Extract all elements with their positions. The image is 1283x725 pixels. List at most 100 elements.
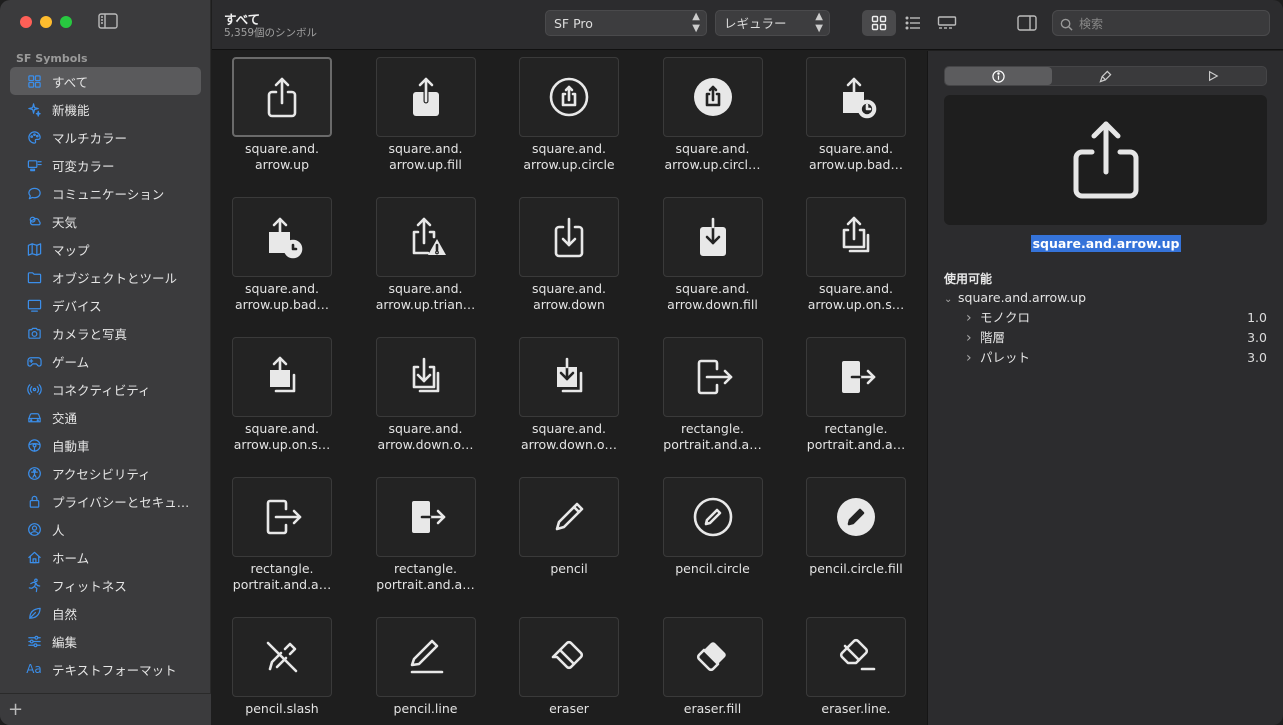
symbol-cell[interactable]: square.and. arrow.down.fill	[643, 191, 786, 331]
sidebar-item[interactable]: コミュニケーション	[10, 179, 201, 207]
symbol-cell[interactable]: pencil	[499, 471, 642, 611]
share-icon[interactable]	[232, 57, 332, 137]
eraser-icon[interactable]	[519, 617, 619, 697]
symbol-cell[interactable]: pencil.circle	[643, 471, 786, 611]
symbol-name: square.and. arrow.up.circle	[523, 141, 615, 172]
grid-view-icon[interactable]	[862, 10, 896, 36]
pencil-line-icon[interactable]	[375, 617, 476, 697]
sidebar-item[interactable]: 新機能	[10, 95, 201, 123]
symbol-cell[interactable]: square.and. arrow.up.fill	[356, 51, 499, 191]
sidebar-item-label: アクセシビリティ	[52, 466, 151, 482]
symbol-cell[interactable]: square.and. arrow.down	[499, 191, 642, 331]
sidebar-toggle-icon[interactable]	[98, 13, 118, 31]
sidebar-item[interactable]: オブジェクトとツール	[10, 263, 201, 291]
paintbrush-tab-icon[interactable]	[1052, 67, 1159, 85]
weight-select[interactable]: レギュラー ▲ ▼	[715, 10, 830, 36]
sidebar-item[interactable]: 編集	[10, 627, 201, 655]
symbol-cell[interactable]: square.and. arrow.down.o…	[356, 331, 499, 471]
download-icon[interactable]	[519, 197, 619, 277]
share-stack-icon[interactable]	[806, 197, 906, 277]
door-arrow-icon[interactable]	[232, 477, 332, 557]
symbol-cell[interactable]: pencil.slash	[212, 611, 355, 725]
sidebar-item[interactable]: ゲーム	[10, 347, 201, 375]
sidebar-item[interactable]: アクセシビリティ	[10, 459, 201, 487]
inspector-toggle-icon[interactable]	[1010, 10, 1044, 36]
search-input[interactable]	[1079, 15, 1259, 32]
door-arrow-fill-icon[interactable]	[806, 337, 906, 417]
availability-row[interactable]: › パレット 3.0	[944, 348, 1267, 368]
sidebar-item[interactable]: 人	[10, 515, 201, 543]
zoom-button[interactable]	[60, 16, 72, 28]
chevron-right-icon[interactable]: ›	[966, 348, 980, 368]
symbol-cell[interactable]: square.and. arrow.up.on.s…	[212, 331, 355, 471]
symbol-cell[interactable]: square.and. arrow.up.bad…	[212, 191, 355, 331]
symbol-cell[interactable]: rectangle. portrait.and.a…	[212, 471, 355, 611]
sidebar-item[interactable]: カメラと写真	[10, 319, 201, 347]
availability-heading: 使用可能	[944, 272, 993, 286]
symbol-cell[interactable]: square.and. arrow.up	[212, 51, 355, 191]
download-stack-fill-icon[interactable]	[519, 337, 619, 417]
tree-root-row[interactable]: ⌄ square.and.arrow.up	[944, 288, 1267, 308]
minimize-button[interactable]	[40, 16, 52, 28]
sidebar-item[interactable]: マルチカラー	[10, 123, 201, 151]
selected-symbol-name[interactable]: square.and.arrow.up	[1030, 235, 1182, 252]
search-field[interactable]	[1052, 10, 1270, 36]
share-fill-icon[interactable]	[375, 57, 476, 137]
list-view-icon[interactable]	[896, 10, 930, 36]
symbol-cell[interactable]: pencil.line	[356, 611, 499, 725]
availability-row[interactable]: › モノクロ 1.0	[944, 308, 1267, 328]
share-circle-icon[interactable]	[519, 57, 619, 137]
info-tab-icon[interactable]	[945, 67, 1052, 85]
pencil-circle-icon[interactable]	[662, 477, 763, 557]
sidebar-item[interactable]: Aa テキストフォーマット	[10, 655, 201, 683]
download-fill-icon[interactable]	[662, 197, 763, 277]
symbol-cell[interactable]: square.and. arrow.up.circle	[499, 51, 642, 191]
download-stack-icon[interactable]	[375, 337, 476, 417]
symbol-cell[interactable]: square.and. arrow.up.on.s…	[786, 191, 926, 331]
availability-row[interactable]: › 階層 3.0	[944, 328, 1267, 348]
door-arrow-fill-icon[interactable]	[375, 477, 476, 557]
eraser-line-icon[interactable]	[806, 617, 906, 697]
share-circle-fill-icon[interactable]	[662, 57, 763, 137]
sidebar-item[interactable]: プライバシーとセキュ…	[10, 487, 201, 515]
sidebar-item[interactable]: フィットネス	[10, 571, 201, 599]
pencil-slash-icon[interactable]	[232, 617, 332, 697]
symbol-cell[interactable]: square.and. arrow.up.trian…	[356, 191, 499, 331]
gallery-view-icon[interactable]	[930, 10, 964, 36]
symbol-cell[interactable]: eraser	[499, 611, 642, 725]
font-select[interactable]: SF Pro ▲ ▼	[545, 10, 707, 36]
symbol-cell[interactable]: rectangle. portrait.and.a…	[643, 331, 786, 471]
sidebar-item[interactable]: 天気	[10, 207, 201, 235]
symbol-cell[interactable]: square.and. arrow.up.circl…	[643, 51, 786, 191]
symbol-cell[interactable]: pencil.circle.fill	[786, 471, 926, 611]
symbol-cell[interactable]: rectangle. portrait.and.a…	[786, 331, 926, 471]
symbol-cell[interactable]: square.and. arrow.up.bad…	[786, 51, 926, 191]
chevron-right-icon[interactable]: ›	[966, 308, 980, 328]
eraser-fill-icon[interactable]	[662, 617, 763, 697]
share-triangle-icon[interactable]	[375, 197, 476, 277]
sidebar-item[interactable]: 交通	[10, 403, 201, 431]
symbol-cell[interactable]: square.and. arrow.down.o…	[499, 331, 642, 471]
symbol-cell[interactable]: eraser.fill	[643, 611, 786, 725]
pencil-icon[interactable]	[519, 477, 619, 557]
close-button[interactable]	[20, 16, 32, 28]
share-badge-icon[interactable]	[806, 57, 906, 137]
chevron-down-icon[interactable]: ⌄	[944, 290, 958, 310]
symbol-cell[interactable]: rectangle. portrait.and.a…	[356, 471, 499, 611]
share-stack-fill-icon[interactable]	[232, 337, 332, 417]
door-arrow-icon[interactable]	[662, 337, 763, 417]
add-collection-button[interactable]: +	[8, 699, 23, 720]
sidebar-item[interactable]: マップ	[10, 235, 201, 263]
sidebar-item[interactable]: 可変カラー	[10, 151, 201, 179]
sidebar-item[interactable]: すべて	[10, 67, 201, 95]
sidebar-item[interactable]: コネクティビティ	[10, 375, 201, 403]
sidebar-item[interactable]: 自然	[10, 599, 201, 627]
sidebar-item[interactable]: ホーム	[10, 543, 201, 571]
symbol-cell[interactable]: eraser.line.	[786, 611, 926, 725]
sidebar-item[interactable]: デバイス	[10, 291, 201, 319]
play-tab-icon[interactable]	[1159, 67, 1266, 85]
chevron-right-icon[interactable]: ›	[966, 328, 980, 348]
sidebar-item[interactable]: 自動車	[10, 431, 201, 459]
pencil-circle-fill-icon[interactable]	[806, 477, 906, 557]
share-badge-fill-icon[interactable]	[232, 197, 332, 277]
